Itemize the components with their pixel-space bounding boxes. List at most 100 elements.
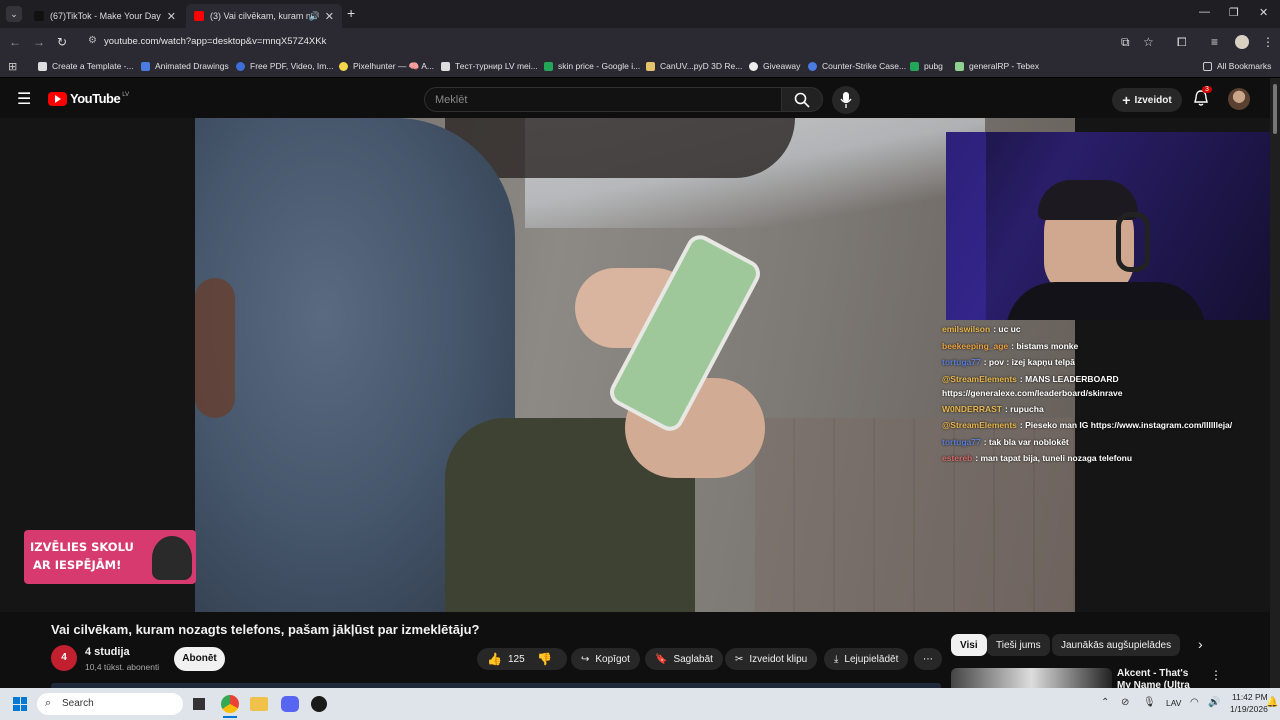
clock-time[interactable]: 11:42 PM [1232,692,1268,702]
kebab-menu-icon[interactable]: ⋮ [1210,668,1222,682]
chrome-icon[interactable] [221,695,239,713]
share-label: Kopīgot [595,653,630,665]
webcam-overlay [946,132,1270,320]
account-avatar[interactable] [1228,88,1250,110]
cast-icon[interactable]: ⧉ [1121,35,1130,50]
hamburger-menu-icon[interactable]: ☰ [17,89,31,109]
task-view-icon[interactable] [193,698,205,710]
bookmark-item[interactable]: Create a Template -... [38,61,134,71]
network-icon[interactable]: ⊘ [1121,697,1129,708]
search-button[interactable] [781,87,823,112]
site-info-icon[interactable]: ⚙ [88,35,97,46]
video-player[interactable]: emilswilson: uc uc beekeeping_age: bistam… [0,118,1270,612]
bookmark-star-icon[interactable]: ☆ [1143,35,1154,49]
media-controls-icon[interactable]: ≡ [1211,35,1218,49]
wifi-icon[interactable]: ◠ [1190,697,1199,708]
share-button[interactable]: ↪ Kopīgot [571,648,640,670]
thumbs-down-icon[interactable]: 👎 [537,652,552,666]
tab-tiktok[interactable]: (67)TikTok - Make Your Day ✕ [26,4,184,28]
chip-for-you[interactable]: Tieši jums [987,634,1050,656]
close-icon[interactable]: ✕ [167,10,176,23]
volume-icon[interactable]: 🔊 [1208,697,1220,708]
notification-center-icon[interactable]: 🔔 [1266,697,1278,708]
address-bar-row: ← → ↻ ⚙ youtube.com/watch?app=desktop&v=… [0,28,1280,56]
logo-region: LV [122,91,130,98]
close-window-icon[interactable]: ✕ [1259,6,1268,19]
profile-avatar[interactable] [1235,35,1249,49]
download-button[interactable]: ⤓ Lejupielādēt [824,648,909,670]
bookmark-item[interactable]: Тест-турнир LV mei... [441,61,538,71]
discord-icon[interactable] [281,696,299,712]
thumbs-up-icon[interactable]: 👍 [487,652,502,666]
minimize-icon[interactable]: — [1199,6,1210,18]
url-input[interactable]: ⚙ youtube.com/watch?app=desktop&v=mnqX57… [80,32,1162,52]
bookmark-favicon [339,62,348,71]
tab-search-button[interactable]: ⌄ [6,6,22,22]
chat-username: tortuga77 [942,357,981,367]
windows-start-icon[interactable] [13,697,27,711]
search-input[interactable]: Meklēt [424,87,782,112]
promo-banner[interactable]: IZVĒLIES SKOLU AR IESPĒJĀM! [24,530,196,584]
bookmark-item[interactable]: Counter-Strike Case... [808,61,906,71]
all-bookmarks[interactable]: All Bookmarks [1203,61,1271,71]
bookmark-favicon [910,61,919,71]
apps-grid-icon[interactable]: ⊞ [8,60,17,73]
forward-icon[interactable]: → [33,35,45,49]
language-indicator[interactable]: LAV [1166,698,1181,708]
bookmark-item[interactable]: Giveaway [749,61,800,71]
bookmark-favicon [955,61,964,71]
scrollbar-thumb[interactable] [1273,84,1277,134]
page-scrollbar[interactable] [1270,78,1280,688]
notification-badge: 3 [1202,86,1212,93]
more-horizontal-icon: ⋯ [923,653,933,665]
subscribe-button[interactable]: Abonēt [174,647,225,671]
mic-tray-icon[interactable]: 🎙 [1143,697,1156,708]
download-label: Lejupielādēt [844,653,899,665]
file-explorer-icon[interactable] [250,697,268,711]
speaker-icon[interactable]: 🔊 [309,11,320,22]
bookmark-item[interactable]: pubg [910,61,943,71]
url-text: youtube.com/watch?app=desktop&v=mnqX57Z4… [104,36,327,47]
back-icon[interactable]: ← [9,35,21,49]
bookmark-item[interactable]: Free PDF, Video, Im... [236,61,333,71]
recommended-title[interactable]: Akcent - That's My Name (Ultra Music) [1117,668,1202,688]
clock-date[interactable]: 1/19/2026 [1230,704,1268,714]
voice-search-button[interactable] [832,86,860,114]
chat-username: emilswilson [942,324,991,334]
logo-text: YouTube [70,91,121,106]
folder-icon [1203,61,1212,71]
more-actions-button[interactable]: ⋯ [914,648,942,670]
create-button[interactable]: + Izveidot [1112,88,1182,112]
youtube-logo[interactable]: YouTube LV [48,91,129,106]
app-icon[interactable] [311,696,327,712]
channel-avatar[interactable]: 4 [51,645,77,671]
chat-username: @StreamElements [942,420,1017,430]
chat-text: : man tapat bija, tuneli nozaga telefonu [975,453,1133,463]
tab-label: (67)TikTok - Make Your Day [50,11,161,21]
bookmark-item[interactable]: skin price - Google i... [544,61,640,71]
chip-recent-uploads[interactable]: Jaunākās augšupielādes [1052,634,1181,656]
save-button[interactable]: 🔖 Saglabāt [645,648,723,670]
chip-all[interactable]: Visi [951,634,987,656]
bookmark-favicon [441,61,450,71]
like-count[interactable]: 125 [508,654,525,665]
bookmark-item[interactable]: Pixelhunter — 🧠 A... [339,61,434,72]
notifications-button[interactable]: 3 [1192,86,1212,112]
bookmark-item[interactable]: Animated Drawings [141,61,229,71]
restore-icon[interactable]: ❐ [1229,6,1239,19]
bookmark-item[interactable]: generalRP - Tebex [955,61,1039,71]
chevron-right-icon[interactable]: › [1198,636,1203,652]
bookmark-item[interactable]: CanUV...pyD 3D Re... [646,61,742,71]
channel-name[interactable]: 4 studija [85,646,130,658]
taskbar-search[interactable]: ⌕ Search [37,693,183,715]
tab-youtube[interactable]: (3) Vai cilvēkam, kuram noz 🔊 ✕ [186,4,342,28]
menu-kebab-icon[interactable]: ⋮ [1262,35,1274,49]
recommended-thumbnail[interactable] [951,668,1112,688]
youtube-icon [194,11,204,21]
extensions-icon[interactable]: ⧠ [1177,35,1187,50]
reload-icon[interactable]: ↻ [57,35,67,49]
close-icon[interactable]: ✕ [325,10,334,23]
tray-chevron-icon[interactable]: ⌃ [1101,697,1109,708]
clip-button[interactable]: ✂ Izveidot klipu [725,648,818,670]
new-tab-button[interactable]: + [347,5,355,21]
